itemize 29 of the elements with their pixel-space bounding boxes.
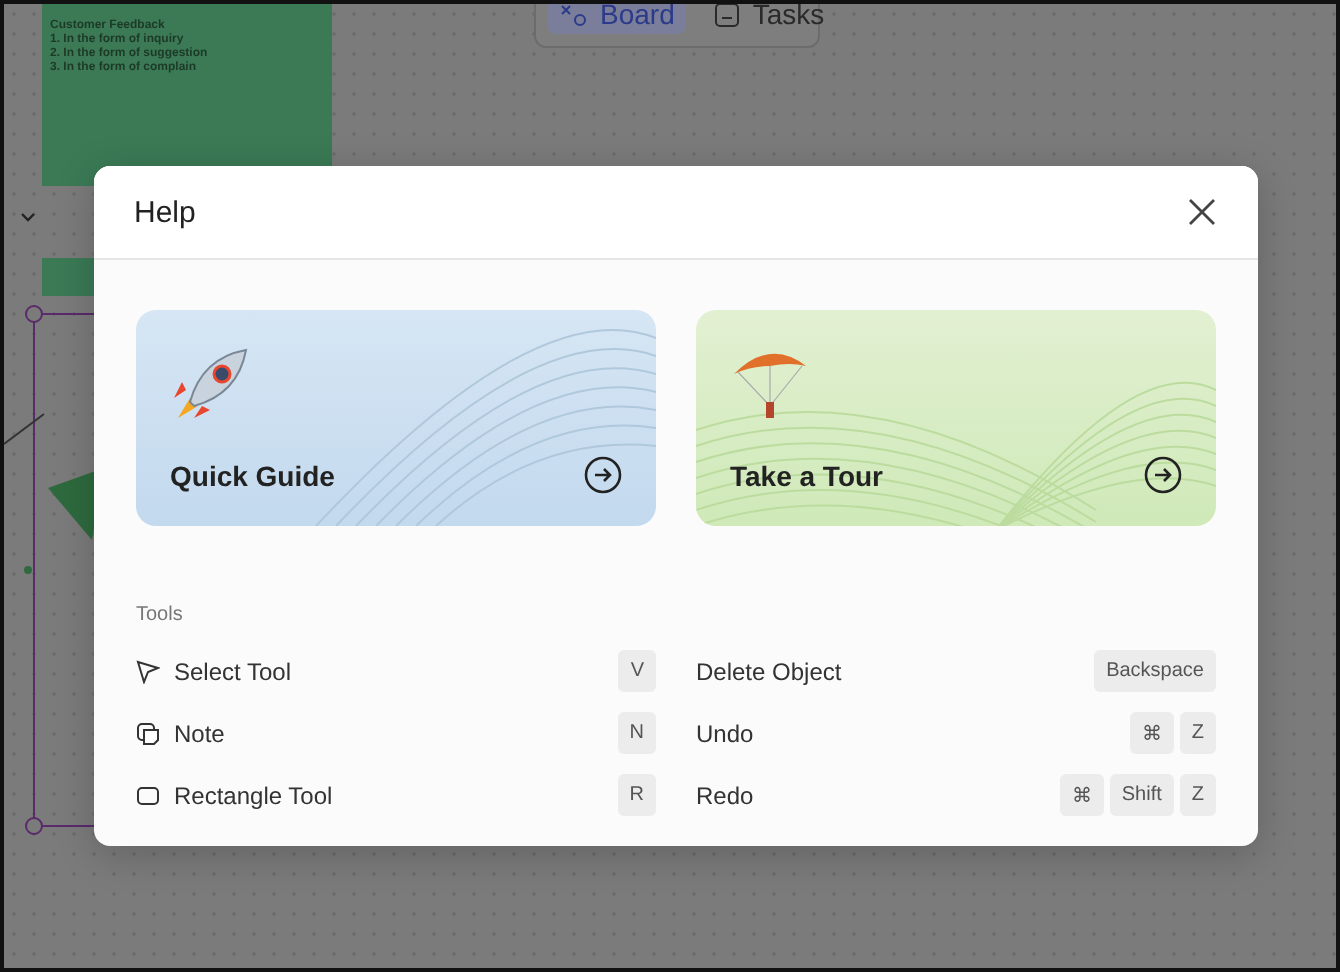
- key-cap: Z: [1179, 712, 1216, 754]
- view-tab[interactable]: Tasks: [702, 4, 837, 34]
- arrow-right-icon: [1144, 456, 1182, 494]
- key-cap: R: [617, 774, 656, 816]
- key-cap: Shift: [1109, 774, 1174, 816]
- help-card[interactable]: Take a Tour: [696, 310, 1216, 526]
- task-icon: [714, 4, 741, 27]
- key-cap: ⌘: [1129, 712, 1174, 754]
- rocket-icon: [170, 346, 250, 422]
- arrow-right-icon: [584, 456, 622, 494]
- shortcut-label: Rectangle Tool: [174, 781, 335, 809]
- shortcut-label: Redo: [696, 781, 756, 809]
- board-icon: [560, 4, 588, 26]
- key-cap: Z: [1179, 774, 1216, 816]
- rectangle-icon: [136, 783, 160, 807]
- close-button[interactable]: [1186, 196, 1218, 228]
- key-cap: Backspace: [1094, 650, 1216, 692]
- key-cap: ⌘: [1059, 774, 1104, 816]
- shortcut-label: Delete Object: [696, 657, 844, 685]
- note-icon: [136, 721, 160, 745]
- shortcut-label: Select Tool: [174, 657, 293, 685]
- section-heading: Tools: [134, 602, 185, 626]
- pointer-icon: [136, 659, 160, 683]
- shortcut-label: Undo: [696, 719, 756, 747]
- dialog-title: Help: [134, 195, 196, 229]
- key-cap: V: [618, 650, 656, 692]
- key-cap: N: [617, 712, 656, 754]
- help-card[interactable]: Quick Guide: [136, 310, 656, 526]
- shortcut-label: Note: [174, 719, 227, 747]
